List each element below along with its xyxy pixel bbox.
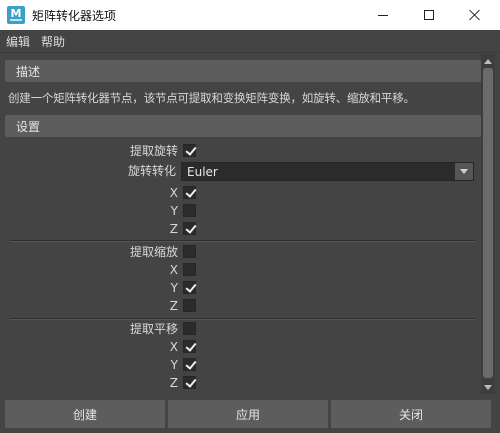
- rotate-z-row: Z: [0, 220, 480, 238]
- extract-translate-checkbox[interactable]: [183, 322, 196, 335]
- scale-x-row: X: [0, 261, 480, 279]
- settings-header-label: 设置: [16, 119, 41, 134]
- maximize-icon: [424, 10, 434, 20]
- translate-z-row: Z: [0, 374, 480, 392]
- extract-translate-row: 提取平移: [0, 320, 480, 338]
- window-title: 矩阵转化器选项: [32, 8, 117, 23]
- extract-rotate-row: 提取旋转: [0, 142, 480, 160]
- rotate-convert-value: Euler: [187, 164, 218, 179]
- translate-z-label: Z: [169, 376, 178, 390]
- maya-app-icon: M: [7, 6, 25, 24]
- scale-z-checkbox[interactable]: [183, 299, 196, 312]
- scale-x-checkbox[interactable]: [183, 263, 196, 276]
- rotate-z-label: Z: [169, 222, 178, 236]
- translate-x-label: X: [169, 340, 178, 354]
- maximize-button[interactable]: [406, 0, 452, 30]
- extract-rotate-checkbox[interactable]: [183, 144, 196, 157]
- chevron-down-icon[interactable]: [455, 163, 473, 180]
- description-section-header[interactable]: 描述: [5, 60, 481, 82]
- scale-x-label: X: [169, 263, 178, 277]
- close-window-button[interactable]: [452, 0, 498, 30]
- close-button[interactable]: 关闭: [331, 400, 491, 428]
- rotate-x-checkbox[interactable]: [183, 186, 196, 199]
- minimize-button[interactable]: [360, 0, 406, 30]
- menu-edit[interactable]: 编辑: [6, 33, 30, 50]
- scroll-down-arrow-icon[interactable]: [481, 380, 495, 394]
- description-header-label: 描述: [16, 64, 41, 79]
- scale-y-row: Y: [0, 279, 480, 297]
- vertical-scrollbar[interactable]: [481, 54, 495, 394]
- options-panel: 描述 创建一个矩阵转化器节点，该节点可提取和变换矩阵变换，如旋转、缩放和平移。 …: [0, 54, 500, 394]
- apply-button[interactable]: 应用: [168, 400, 328, 428]
- rotate-x-label: X: [169, 186, 178, 200]
- title-bar: M 矩阵转化器选项: [0, 0, 500, 30]
- scale-y-label: Y: [170, 281, 178, 295]
- scroll-up-arrow-icon[interactable]: [481, 54, 495, 68]
- extract-translate-label: 提取平移: [129, 322, 178, 336]
- rotate-convert-row: 旋转转化 Euler: [0, 162, 480, 181]
- extract-scale-row: 提取缩放: [0, 243, 480, 261]
- close-icon: [469, 9, 481, 21]
- translate-y-label: Y: [170, 358, 178, 372]
- create-button[interactable]: 创建: [5, 400, 165, 428]
- minimize-icon: [378, 14, 388, 16]
- translate-x-checkbox[interactable]: [183, 340, 196, 353]
- translate-y-checkbox[interactable]: [183, 358, 196, 371]
- menu-bar: 编辑 帮助: [0, 30, 500, 53]
- rotate-z-checkbox[interactable]: [183, 222, 196, 235]
- rotate-y-checkbox[interactable]: [183, 204, 196, 217]
- translate-x-row: X: [0, 338, 480, 356]
- rotate-convert-label: 旋转转化: [127, 164, 176, 178]
- scale-z-row: Z: [0, 297, 480, 315]
- rotate-convert-dropdown[interactable]: Euler: [181, 162, 474, 181]
- divider: [10, 240, 475, 242]
- menu-help[interactable]: 帮助: [41, 33, 65, 50]
- extract-scale-label: 提取缩放: [129, 245, 178, 259]
- rotate-y-label: Y: [170, 204, 178, 218]
- translate-z-checkbox[interactable]: [183, 376, 196, 389]
- scrollbar-thumb[interactable]: [483, 68, 493, 378]
- translate-y-row: Y: [0, 356, 480, 374]
- scale-z-label: Z: [169, 299, 178, 313]
- settings-section-header[interactable]: 设置: [5, 115, 481, 137]
- extract-scale-checkbox[interactable]: [183, 245, 196, 258]
- extract-rotate-label: 提取旋转: [129, 144, 178, 158]
- description-text: 创建一个矩阵转化器节点，该节点可提取和变换矩阵变换，如旋转、缩放和平移。: [8, 91, 415, 105]
- rotate-x-row: X: [0, 184, 480, 202]
- scale-y-checkbox[interactable]: [183, 281, 196, 294]
- rotate-y-row: Y: [0, 202, 480, 220]
